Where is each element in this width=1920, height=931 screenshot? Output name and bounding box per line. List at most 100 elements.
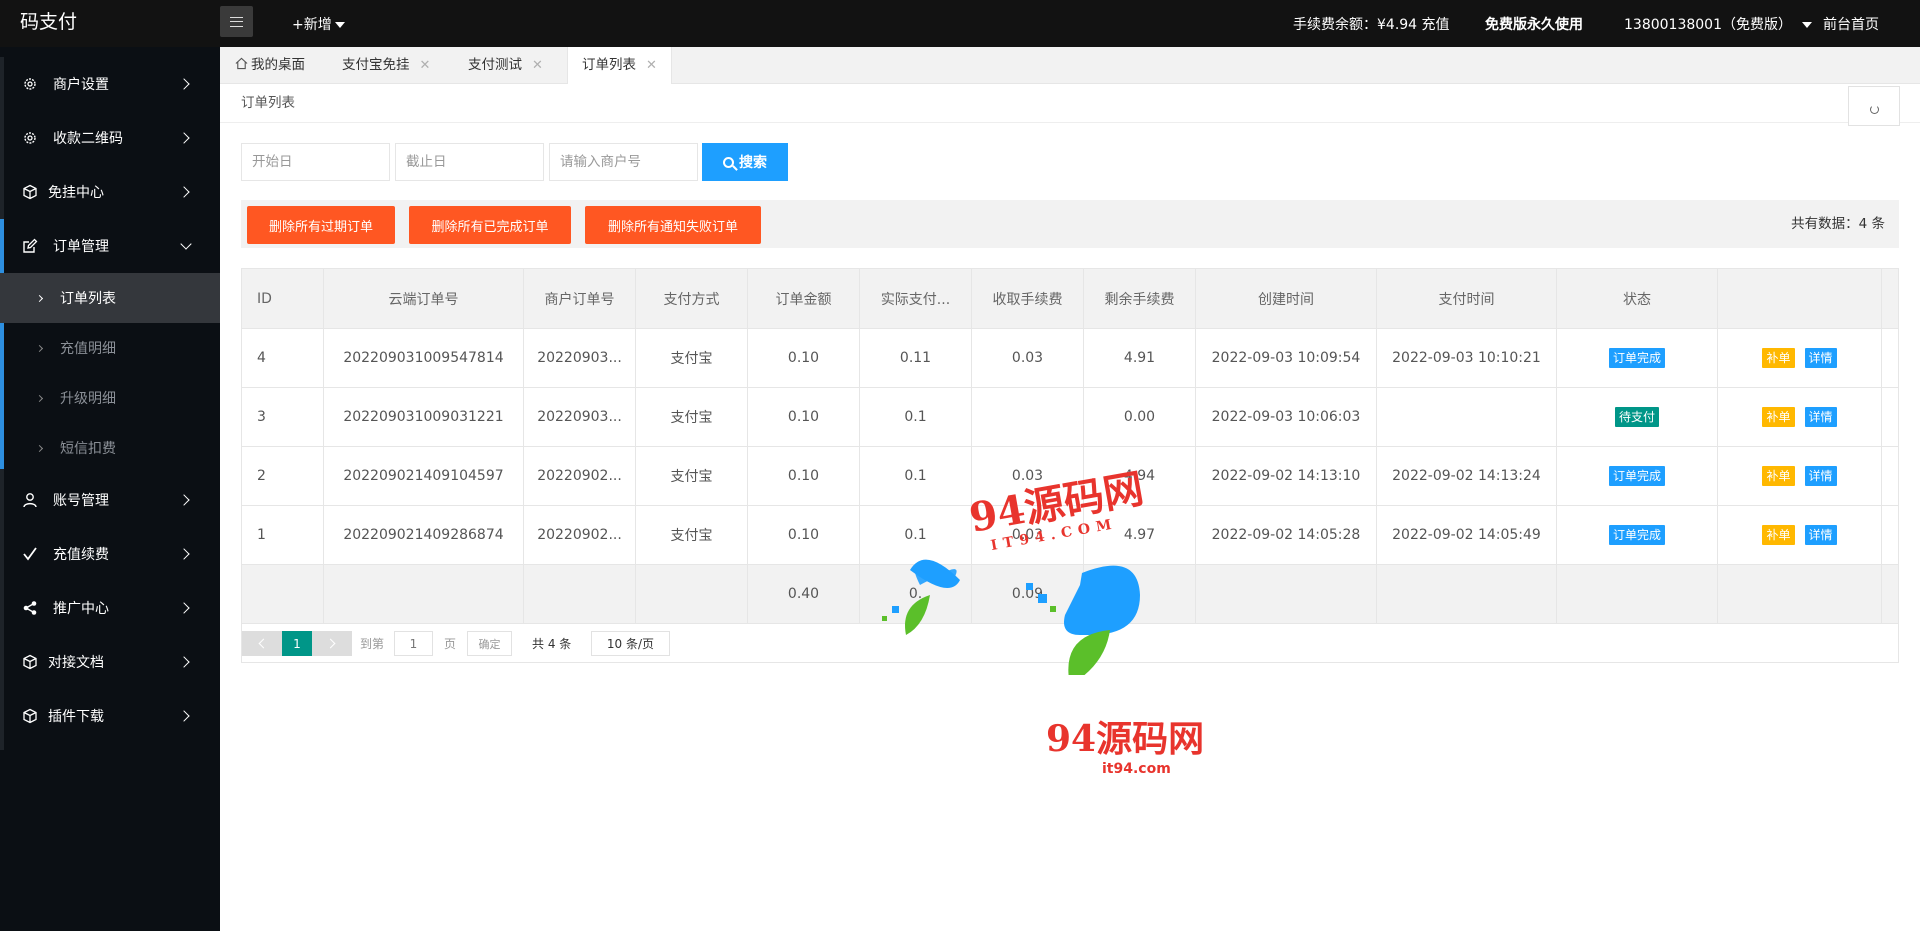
sidebar-item-promotion[interactable]: 推广中心 [0,581,220,635]
column-header [1717,268,1882,329]
tab-label: 支付宝免挂 [342,57,410,73]
sidebar-item-recharge[interactable]: 充值续费 [0,527,220,581]
end-date-input[interactable] [395,143,544,181]
details-button[interactable]: 详情 [1804,525,1837,545]
cube-icon [22,708,38,724]
tab-payment-test[interactable]: 支付测试 ✕ [468,47,543,84]
chevron-right-icon [35,394,44,402]
sidebar-subitem-sms-fee[interactable]: 短信扣费 [0,423,220,473]
close-icon[interactable]: ✕ [646,58,657,73]
start-date-input[interactable] [241,143,390,181]
delete-failed-button[interactable]: 删除所有通知失败订单 [585,206,761,244]
fee-balance[interactable]: 手续费余额：¥4.94 充值 [1293,0,1450,47]
sidebar-item-plugin-download[interactable]: 插件下载 [0,689,220,743]
pagination-total: 共 4 条 [532,637,572,651]
sidebar-item-account-management[interactable]: 账号管理 [0,473,220,527]
cell-remaining-fee: 4.91 [1083,328,1196,388]
summary-row: 0.40 0. 0.09 [241,564,1899,624]
delete-expired-button[interactable]: 删除所有过期订单 [247,206,395,244]
cell-status: 订单完成 [1556,446,1718,506]
cell-cloud-order-no: 202209031009547814 [323,328,524,388]
table-row: 3 202209031009031221 20220903... 支付宝 0.1… [241,387,1899,447]
column-header[interactable]: 实际支付... [859,268,972,329]
column-header[interactable]: 支付方式 [635,268,748,329]
frontend-home-link[interactable]: 前台首页 [1823,0,1879,47]
cell-status: 待支付 [1556,387,1718,447]
cell-pay-method: 支付宝 [635,446,748,506]
supplement-order-button[interactable]: 补单 [1762,407,1795,427]
close-icon[interactable]: ✕ [420,58,431,73]
add-new-menu[interactable]: +新增 [292,0,345,47]
sidebar: 商户设置 收款二维码 免挂中心 订单管理 订单列表 充值明细 升级明细 短信扣费… [0,47,220,931]
details-button[interactable]: 详情 [1804,466,1837,486]
delete-completed-button[interactable]: 删除所有已完成订单 [409,206,571,244]
summary-cell [1556,564,1718,624]
cube-icon [22,654,38,670]
cell-actions: 补单 详情 [1717,446,1882,506]
sidebar-item-api-docs[interactable]: 对接文档 [0,635,220,689]
app-logo[interactable]: 码支付 [20,0,77,47]
supplement-order-button[interactable]: 补单 [1762,525,1795,545]
tab-bar: 我的桌面 支付宝免挂 ✕ 支付测试 ✕ 订单列表 ✕ [220,47,1920,85]
column-header[interactable]: 状态 [1556,268,1718,329]
column-header[interactable]: ID [241,268,324,329]
table-row: 4 202209031009547814 20220903... 支付宝 0.1… [241,328,1899,388]
tab-my-desktop[interactable]: 我的桌面 [235,47,305,84]
column-header[interactable]: 创建时间 [1195,268,1377,329]
supplement-order-button[interactable]: 补单 [1762,348,1795,368]
watermark-title-2: 94源码网 [1046,718,1205,760]
status-badge: 订单完成 [1608,466,1665,486]
status-badge: 订单完成 [1608,525,1665,545]
sidebar-item-label: 账号管理 [53,493,109,509]
cell-merchant-order-no: 20220903... [523,387,636,447]
cube-icon [22,184,38,200]
close-icon[interactable]: ✕ [532,58,543,73]
caret-down-icon [334,22,345,28]
sidebar-item-merchant-settings[interactable]: 商户设置 [0,57,220,111]
details-button[interactable]: 详情 [1804,348,1837,368]
tab-label: 我的桌面 [251,57,305,73]
cell-remaining-fee: 4.94 [1083,446,1196,506]
current-page-button[interactable]: 1 [282,631,312,656]
scroll-gutter [1881,564,1899,624]
chevron-right-icon [178,78,190,90]
table-toolbar: 删除所有过期订单 删除所有已完成订单 删除所有通知失败订单 共有数据：4 条 [241,200,1899,248]
summary-cell [635,564,748,624]
user-menu[interactable]: 13800138001（免费版） [1624,0,1812,47]
summary-cell [523,564,636,624]
tab-order-list[interactable]: 订单列表 ✕ [567,47,672,85]
gear-icon [22,130,38,146]
column-header[interactable]: 云端订单号 [323,268,524,329]
cell-cloud-order-no: 202209021409104597 [323,446,524,506]
sidebar-item-qrcode[interactable]: 收款二维码 [0,111,220,165]
sidebar-subitem-recharge-detail[interactable]: 充值明细 [0,323,220,373]
column-header[interactable]: 收取手续费 [971,268,1084,329]
tab-alipay-free-hang[interactable]: 支付宝免挂 ✕ [342,47,430,84]
details-button[interactable]: 详情 [1804,407,1837,427]
goto-page-input[interactable] [394,631,433,656]
sidebar-item-order-management[interactable]: 订单管理 [0,219,220,273]
goto-confirm-button[interactable]: 确定 [467,631,512,656]
page-size-select[interactable]: 10 条/页 [591,631,670,656]
cell-remaining-fee: 4.97 [1083,505,1196,565]
column-header[interactable]: 支付时间 [1376,268,1557,329]
breadcrumb-bar: 订单列表 [220,84,1920,126]
column-header[interactable]: 订单金额 [747,268,860,329]
sidebar-subitem-order-list[interactable]: 订单列表 [0,273,220,323]
next-page-button[interactable] [312,631,352,656]
column-header[interactable]: 商户订单号 [523,268,636,329]
sidebar-item-label: 充值续费 [53,547,109,563]
cell-pay-method: 支付宝 [635,387,748,447]
prev-page-button[interactable] [242,631,282,656]
cell-paid-time [1376,387,1557,447]
supplement-order-button[interactable]: 补单 [1762,466,1795,486]
summary-cell [1195,564,1377,624]
sidebar-subitem-upgrade-detail[interactable]: 升级明细 [0,373,220,423]
column-header[interactable]: 剩余手续费 [1083,268,1196,329]
refresh-button[interactable] [1848,86,1900,126]
sidebar-item-free-hang[interactable]: 免挂中心 [0,165,220,219]
cell-actual-paid: 0.1 [859,446,972,506]
search-button[interactable]: 搜索 [702,143,788,181]
merchant-no-input[interactable] [549,143,698,181]
menu-toggle-button[interactable] [220,6,253,37]
